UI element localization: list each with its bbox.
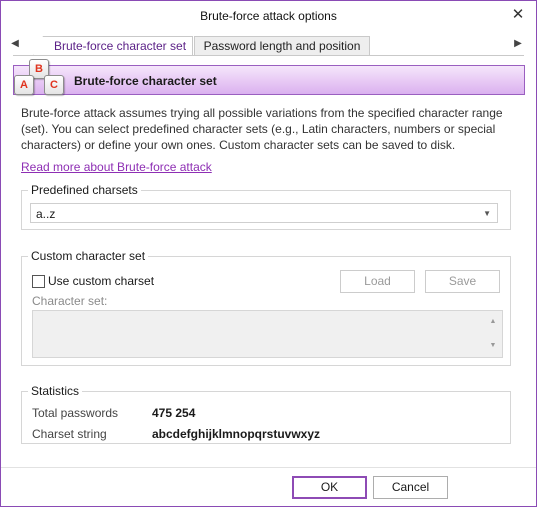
read-more-link[interactable]: Read more about Brute-force attack xyxy=(21,160,212,174)
use-custom-charset-checkbox[interactable] xyxy=(32,275,45,288)
total-passwords-value: 475 254 xyxy=(152,406,196,420)
total-passwords-label: Total passwords xyxy=(32,406,119,420)
description-text: Brute-force attack assumes trying all po… xyxy=(21,106,503,152)
scroll-down-icon[interactable]: ▼ xyxy=(488,341,498,351)
tab-brute-force-character-set[interactable]: Brute-force character set xyxy=(33,36,193,56)
banner-title: Brute-force character set xyxy=(74,74,217,88)
character-set-label: Character set: xyxy=(32,294,108,308)
key-a: A xyxy=(14,75,34,95)
scroll-up-icon[interactable]: ▲ xyxy=(488,317,498,327)
chevron-right-icon[interactable]: ▶ xyxy=(512,37,524,51)
predefined-charset-select[interactable]: a..z ▼ xyxy=(30,203,498,223)
tab-strip: ◀ Brute-force character set Password len… xyxy=(1,33,536,56)
predefined-charset-value: a..z xyxy=(36,207,56,221)
load-button[interactable]: Load xyxy=(340,270,415,293)
charset-string-label: Charset string xyxy=(32,427,107,441)
abc-keys-icon: B A C xyxy=(11,59,67,99)
use-custom-charset-label[interactable]: Use custom charset xyxy=(48,274,154,288)
dialog-window: Brute-force attack options ✕ ◀ Brute-for… xyxy=(0,0,537,507)
custom-character-set-legend: Custom character set xyxy=(28,249,149,263)
window-title: Brute-force attack options xyxy=(200,9,337,23)
predefined-charsets-legend: Predefined charsets xyxy=(28,183,141,197)
predefined-charsets-group: Predefined charsets a..z ▼ xyxy=(21,183,511,230)
custom-character-set-group: Custom character set Use custom charset … xyxy=(21,249,511,366)
character-set-textarea[interactable]: ▲ ▼ xyxy=(32,310,503,358)
section-banner: Brute-force character set xyxy=(13,65,525,95)
ok-button[interactable]: OK xyxy=(292,476,367,499)
tab-divider xyxy=(13,55,524,56)
key-c: C xyxy=(44,75,64,95)
cancel-button[interactable]: Cancel xyxy=(373,476,448,499)
title-bar: Brute-force attack options ✕ xyxy=(1,1,536,31)
tab-password-length-and-position[interactable]: Password length and position xyxy=(194,36,370,56)
statistics-legend: Statistics xyxy=(28,384,83,398)
chevron-down-icon: ▼ xyxy=(483,209,491,218)
close-icon[interactable]: ✕ xyxy=(510,7,526,23)
chevron-left-icon[interactable]: ◀ xyxy=(9,37,21,51)
charset-string-value: abcdefghijklmnopqrstuvwxyz xyxy=(152,427,321,441)
statistics-group: Statistics Total passwords 475 254 Chars… xyxy=(21,384,511,444)
save-button[interactable]: Save xyxy=(425,270,500,293)
dialog-footer: OK Cancel xyxy=(1,468,536,506)
